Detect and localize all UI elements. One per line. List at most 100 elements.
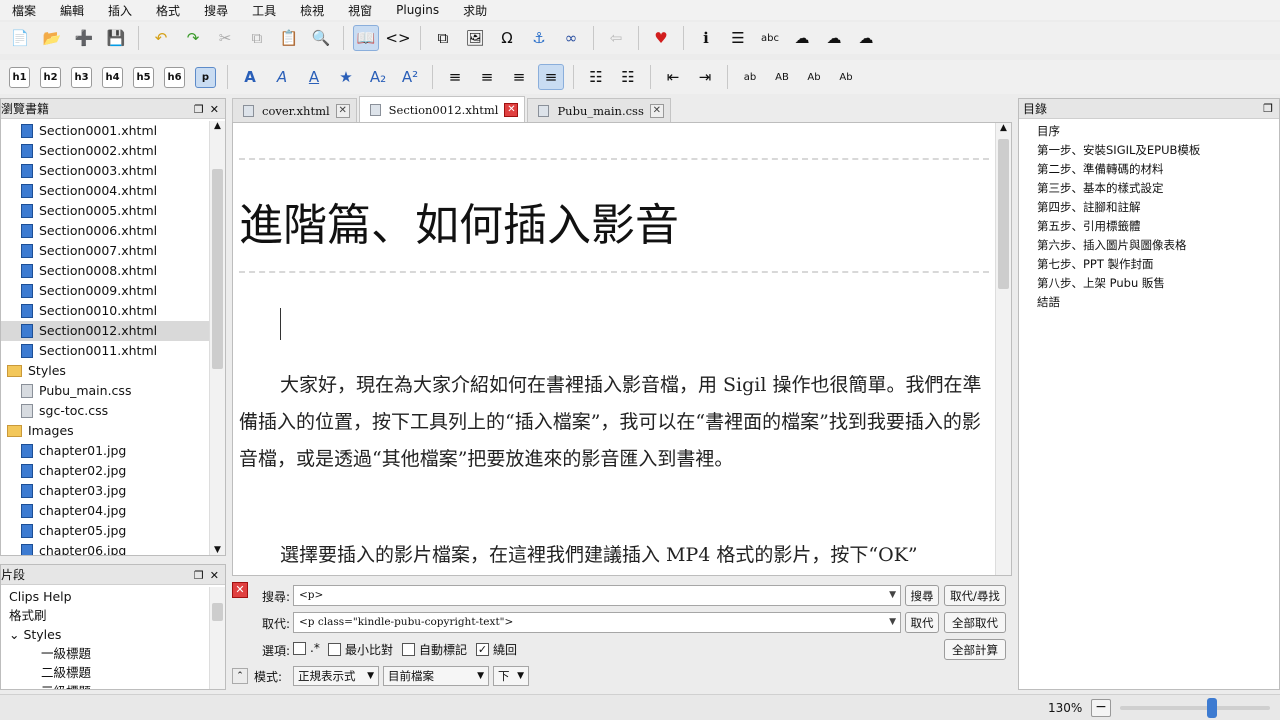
checkbox-box[interactable]: [293, 641, 306, 655]
scrollbar-thumb[interactable]: [998, 139, 1009, 289]
tree-folder[interactable]: Images: [1, 421, 209, 441]
scrollbar-thumb[interactable]: [212, 603, 223, 621]
insert-image-icon[interactable]: 🖼: [462, 25, 488, 51]
collapse-icon[interactable]: ⌃: [232, 668, 248, 684]
find-button[interactable]: 搜尋: [905, 585, 939, 606]
bold-icon[interactable]: A: [237, 64, 263, 90]
metadata-icon[interactable]: ℹ: [693, 25, 719, 51]
clip-item[interactable]: 格式刷: [9, 606, 205, 625]
book-browser-scrollbar[interactable]: ▲ ▼: [209, 121, 225, 555]
auto-tokenize-checkbox[interactable]: 自動標記: [402, 641, 467, 658]
tree-file[interactable]: Section0007.xhtml: [1, 241, 209, 261]
toc-item[interactable]: 第一步、安裝SIGIL及EPUB模板: [1019, 141, 1279, 160]
undo-icon[interactable]: ↶: [148, 25, 174, 51]
donate-heart-icon[interactable]: ♥: [648, 25, 674, 51]
clip-item[interactable]: 三級標題: [9, 682, 205, 689]
underline-icon[interactable]: A: [301, 64, 327, 90]
clip-item[interactable]: 二級標題: [9, 663, 205, 682]
clip-item[interactable]: 一級標題: [9, 644, 205, 663]
tree-file[interactable]: Section0012.xhtml: [1, 321, 209, 341]
menu-item[interactable]: 插入: [96, 2, 144, 19]
increase-indent-icon[interactable]: ⇥: [692, 64, 718, 90]
tree-file[interactable]: chapter05.jpg: [1, 521, 209, 541]
scroll-up-icon[interactable]: ▲: [210, 121, 225, 131]
align-left-icon[interactable]: ≡: [442, 64, 468, 90]
clip-item[interactable]: ⌄ Styles: [9, 625, 205, 644]
capitalize-icon[interactable]: Ab: [833, 64, 859, 90]
open-folder-icon[interactable]: 📂: [39, 25, 65, 51]
titlecase-icon[interactable]: Ab: [801, 64, 827, 90]
toc-item[interactable]: 第四步、註腳和註解: [1019, 198, 1279, 217]
heading-h6-button[interactable]: h6: [164, 66, 185, 88]
close-panel-icon[interactable]: ✕: [210, 569, 219, 582]
toc-item[interactable]: 第六步、插入圖片與圖像表格: [1019, 236, 1279, 255]
menu-item[interactable]: 格式: [144, 2, 192, 19]
tab-pubu_main-css[interactable]: Pubu_main.css ✕: [527, 98, 671, 122]
epub-check-icon[interactable]: ☁: [853, 25, 879, 51]
menu-item[interactable]: 視窗: [336, 2, 384, 19]
align-justify-icon[interactable]: ≡: [538, 64, 564, 90]
toc-item[interactable]: 第八步、上架 Pubu 販售: [1019, 274, 1279, 293]
tree-file[interactable]: chapter03.jpg: [1, 481, 209, 501]
scrollbar-thumb[interactable]: [212, 169, 223, 369]
subscript-icon[interactable]: A₂: [365, 64, 391, 90]
toc-item[interactable]: 第七步、PPT 製作封面: [1019, 255, 1279, 274]
toc-item[interactable]: 結語: [1019, 293, 1279, 312]
bullet-list-icon[interactable]: ☷: [583, 64, 609, 90]
anchor-icon[interactable]: ⚓: [526, 25, 552, 51]
spellcheck-icon[interactable]: abc: [757, 25, 783, 51]
find-in-page-icon[interactable]: 🔍: [308, 25, 334, 51]
checkbox-box[interactable]: [328, 643, 341, 656]
tree-file[interactable]: Section0010.xhtml: [1, 301, 209, 321]
back-arrow-icon[interactable]: ⇦: [603, 25, 629, 51]
cut-icon[interactable]: ✂: [212, 25, 238, 51]
checkbox-box[interactable]: ✓: [476, 643, 489, 656]
mode-select[interactable]: 正規表示式 ▼: [293, 666, 379, 686]
paste-icon[interactable]: 📋: [276, 25, 302, 51]
align-right-icon[interactable]: ≡: [506, 64, 532, 90]
code-view-icon[interactable]: <>: [385, 25, 411, 51]
tree-file[interactable]: Section0005.xhtml: [1, 201, 209, 221]
menu-item[interactable]: 求助: [451, 2, 499, 19]
float-panel-icon[interactable]: ❐: [194, 569, 204, 582]
menu-item[interactable]: 檔案: [0, 2, 48, 19]
align-center-icon[interactable]: ≡: [474, 64, 500, 90]
book-view-icon[interactable]: 📖: [353, 25, 379, 51]
tree-folder[interactable]: Styles: [1, 361, 209, 381]
scroll-up-icon[interactable]: ▲: [996, 123, 1011, 133]
toc-item[interactable]: 第五步、引用標籤體: [1019, 217, 1279, 236]
toc-item[interactable]: 目序: [1019, 122, 1279, 141]
book-view-editor[interactable]: 進階篇、如何插入影音 大家好，現在為大家介紹如何在書裡插入影音檔，用 Sigil…: [232, 122, 1012, 576]
close-tab-icon[interactable]: ✕: [335, 103, 350, 118]
tree-file[interactable]: Pubu_main.css: [1, 381, 209, 401]
replace-find-button[interactable]: 取代/尋找: [944, 585, 1006, 606]
decrease-indent-icon[interactable]: ⇤: [660, 64, 686, 90]
close-tab-icon[interactable]: ✕: [504, 102, 519, 117]
replace-button[interactable]: 取代: [905, 612, 939, 633]
dropdown-arrow-icon[interactable]: ▼: [889, 613, 896, 632]
zoom-slider-thumb[interactable]: [1206, 698, 1217, 718]
tree-file[interactable]: sgc-toc.css: [1, 401, 209, 421]
menu-item[interactable]: 搜尋: [192, 2, 240, 19]
tree-file[interactable]: chapter04.jpg: [1, 501, 209, 521]
close-panel-icon[interactable]: ✕: [210, 103, 219, 116]
new-file-icon[interactable]: 📄: [7, 25, 33, 51]
find-input[interactable]: <p> ▼: [293, 585, 901, 606]
menu-item[interactable]: 檢視: [288, 2, 336, 19]
tab-section0012-xhtml[interactable]: Section0012.xhtml ✕: [358, 96, 526, 122]
zoom-out-icon[interactable]: −: [1091, 699, 1111, 717]
heading-h1-button[interactable]: h1: [9, 66, 30, 88]
scroll-down-icon[interactable]: ▼: [210, 545, 225, 555]
tree-file[interactable]: Section0006.xhtml: [1, 221, 209, 241]
copy-icon[interactable]: ⧉: [244, 25, 270, 51]
scope-select[interactable]: 目前檔案 ▼: [383, 666, 489, 686]
close-tab-icon[interactable]: ✕: [649, 103, 664, 118]
count-all-button[interactable]: 全部計算: [944, 639, 1006, 660]
menu-item[interactable]: 工具: [240, 2, 288, 19]
regex-checkbox[interactable]: .*: [293, 641, 320, 655]
replace-input[interactable]: <p class="kindle-pubu-copyright-text"> ▼: [293, 612, 901, 633]
toc-icon[interactable]: ☰: [725, 25, 751, 51]
tab-cover-xhtml[interactable]: cover.xhtml ✕: [232, 98, 357, 122]
dropdown-arrow-icon[interactable]: ▼: [889, 586, 896, 605]
heading-h4-button[interactable]: h4: [102, 66, 123, 88]
